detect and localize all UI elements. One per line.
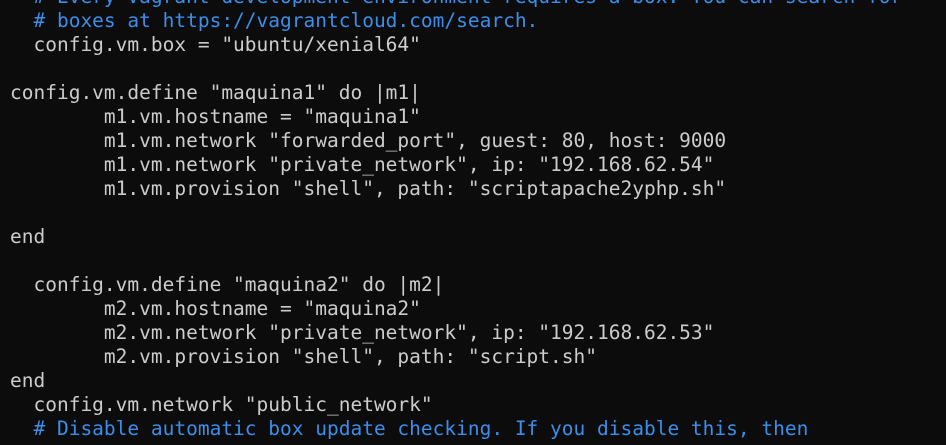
terminal-line: m2.vm.provision "shell", path: "script.s… — [10, 345, 597, 368]
terminal-line-comment: # boxes at https://vagrantcloud.com/sear… — [10, 9, 539, 32]
terminal-line: config.vm.define "maquina1" do |m1| — [10, 81, 421, 104]
terminal-line: m2.vm.network "private_network", ip: "19… — [10, 321, 715, 344]
terminal-line: m1.vm.network "private_network", ip: "19… — [10, 153, 715, 176]
terminal-line-comment: # Disable automatic box update checking.… — [10, 417, 809, 440]
terminal-window[interactable]: # Every Vagrant development environment … — [0, 0, 946, 445]
terminal-line: end — [10, 225, 46, 248]
terminal-line: m1.vm.network "forwarded_port", guest: 8… — [10, 129, 727, 152]
terminal-line: end — [10, 369, 46, 392]
terminal-line: m1.vm.provision "shell", path: "scriptap… — [10, 177, 727, 200]
terminal-line: config.vm.network "public_network" — [10, 393, 433, 416]
terminal-line: m1.vm.hostname = "maquina1" — [10, 105, 421, 128]
terminal-line: config.vm.define "maquina2" do |m2| — [10, 273, 445, 296]
terminal-line-comment: # Every Vagrant development environment … — [0, 0, 946, 9]
terminal-line: m2.vm.hostname = "maquina2" — [10, 297, 421, 320]
terminal-line: config.vm.box = "ubuntu/xenial64" — [10, 33, 421, 56]
